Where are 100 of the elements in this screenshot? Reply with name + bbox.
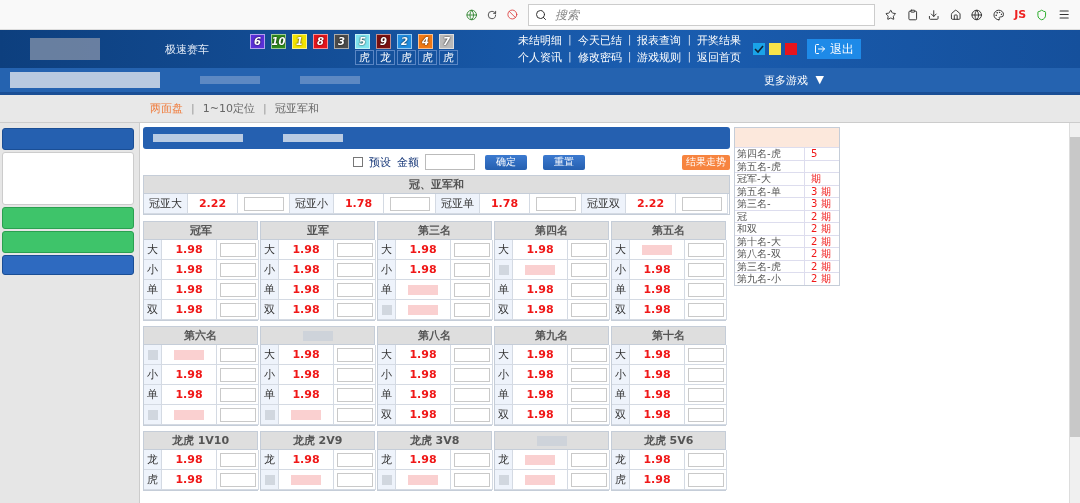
header-link[interactable]: 修改密码 — [577, 50, 622, 65]
theme-swatch[interactable] — [785, 43, 798, 55]
theme-swatch[interactable] — [769, 43, 782, 55]
home-icon[interactable] — [949, 7, 962, 22]
bet-input[interactable] — [243, 196, 284, 211]
odds-value: 1.98 — [396, 240, 451, 260]
bet-input[interactable] — [336, 347, 373, 362]
header-link[interactable]: 今天已结 — [577, 33, 622, 48]
bet-input[interactable] — [570, 262, 607, 277]
download-icon[interactable] — [928, 7, 940, 22]
sidebar-button[interactable] — [2, 231, 134, 253]
bet-input[interactable] — [219, 262, 256, 277]
bet-input[interactable] — [453, 407, 490, 422]
bet-input[interactable] — [453, 472, 490, 487]
header-link[interactable]: 开奖结果 — [697, 33, 742, 48]
bet-input[interactable] — [453, 262, 490, 277]
bet-input[interactable] — [687, 452, 724, 467]
amount-input[interactable] — [425, 154, 475, 170]
bet-input[interactable] — [570, 387, 607, 402]
bet-input[interactable] — [336, 242, 373, 257]
bet-input[interactable] — [570, 472, 607, 487]
bet-input[interactable] — [336, 472, 373, 487]
bet-input[interactable] — [453, 282, 490, 297]
logout-button[interactable]: 退出 — [807, 39, 862, 59]
preset-checkbox[interactable] — [353, 157, 363, 167]
header-link[interactable]: 未结明细 — [518, 33, 562, 48]
toolbar-badge[interactable]: JS — [1014, 8, 1027, 21]
bet-input[interactable] — [336, 452, 373, 467]
bet-input[interactable] — [687, 367, 724, 382]
bet-input[interactable] — [219, 282, 256, 297]
palette-icon[interactable] — [992, 7, 1005, 22]
bet-input[interactable] — [336, 407, 373, 422]
odds-value: 1.98 — [279, 365, 334, 385]
bet-input[interactable] — [687, 302, 724, 317]
header-link[interactable]: 游戏规则 — [637, 50, 682, 65]
bet-input[interactable] — [219, 242, 256, 257]
shield-icon[interactable] — [1036, 7, 1048, 22]
bet-input[interactable] — [453, 302, 490, 317]
bet-input[interactable] — [570, 407, 607, 422]
bet-input[interactable] — [687, 347, 724, 362]
bet-input[interactable] — [570, 242, 607, 257]
preset-label: 预设 — [369, 154, 391, 170]
bet-input[interactable] — [453, 452, 490, 467]
bet-input[interactable] — [687, 407, 724, 422]
bet-input[interactable] — [219, 347, 256, 362]
globe-icon — [466, 7, 478, 22]
bet-input[interactable] — [219, 407, 256, 422]
odds-value: 1.98 — [396, 260, 451, 280]
bet-input[interactable] — [219, 387, 256, 402]
more-games-menu[interactable]: 更多游戏 ▼ — [757, 71, 830, 89]
search-field[interactable]: 搜索 — [528, 3, 876, 26]
bet-input[interactable] — [219, 472, 256, 487]
theme-swatch[interactable] — [753, 43, 766, 55]
clipboard-icon[interactable] — [906, 7, 919, 22]
bet-input[interactable] — [535, 196, 576, 211]
bet-input[interactable] — [570, 282, 607, 297]
block-icon[interactable] — [507, 8, 518, 21]
bet-input[interactable] — [336, 367, 373, 382]
odds-value: 1.98 — [513, 345, 568, 365]
header-link[interactable]: 报表查询 — [637, 33, 682, 48]
bet-input[interactable] — [219, 367, 256, 382]
confirm-button[interactable]: 确定 — [485, 154, 527, 170]
bet-input[interactable] — [570, 367, 607, 382]
star-icon[interactable] — [885, 7, 897, 22]
sub-tab[interactable]: 冠亚军和 — [274, 101, 319, 116]
sidebar-button[interactable] — [2, 255, 134, 275]
bet-label: 虎 — [144, 470, 162, 490]
bet-input[interactable] — [687, 262, 724, 277]
bet-input[interactable] — [389, 196, 430, 211]
bet-input[interactable] — [336, 387, 373, 402]
bet-input[interactable] — [570, 302, 607, 317]
bet-input[interactable] — [453, 367, 490, 382]
bet-input[interactable] — [336, 302, 373, 317]
bet-input[interactable] — [336, 282, 373, 297]
odds-value: 1.98 — [162, 450, 217, 470]
scrollbar[interactable] — [1069, 123, 1080, 503]
bet-input[interactable] — [681, 196, 722, 211]
bet-input[interactable] — [687, 387, 724, 402]
bet-label: 冠亚小 — [290, 194, 334, 214]
header-link[interactable]: 返回首页 — [697, 50, 742, 65]
bet-input[interactable] — [687, 472, 724, 487]
header-link[interactable]: 个人资讯 — [518, 50, 562, 65]
bet-input[interactable] — [336, 262, 373, 277]
bet-input[interactable] — [453, 347, 490, 362]
bet-input[interactable] — [570, 452, 607, 467]
bet-input[interactable] — [219, 452, 256, 467]
search-input[interactable]: 搜索 — [553, 6, 869, 23]
sidebar-button[interactable] — [2, 207, 134, 229]
globe-icon[interactable] — [971, 7, 983, 22]
bet-input[interactable] — [453, 242, 490, 257]
bet-input[interactable] — [219, 302, 256, 317]
bet-input[interactable] — [687, 282, 724, 297]
menu-icon[interactable] — [1057, 7, 1070, 22]
reset-button[interactable]: 重置 — [543, 154, 585, 170]
bet-input[interactable] — [687, 242, 724, 257]
odds-value: 1.98 — [396, 405, 451, 425]
bet-input[interactable] — [453, 387, 490, 402]
reload-icon[interactable] — [487, 8, 498, 21]
bet-input[interactable] — [570, 347, 607, 362]
sub-tab[interactable]: 1~10定位 — [202, 101, 255, 116]
